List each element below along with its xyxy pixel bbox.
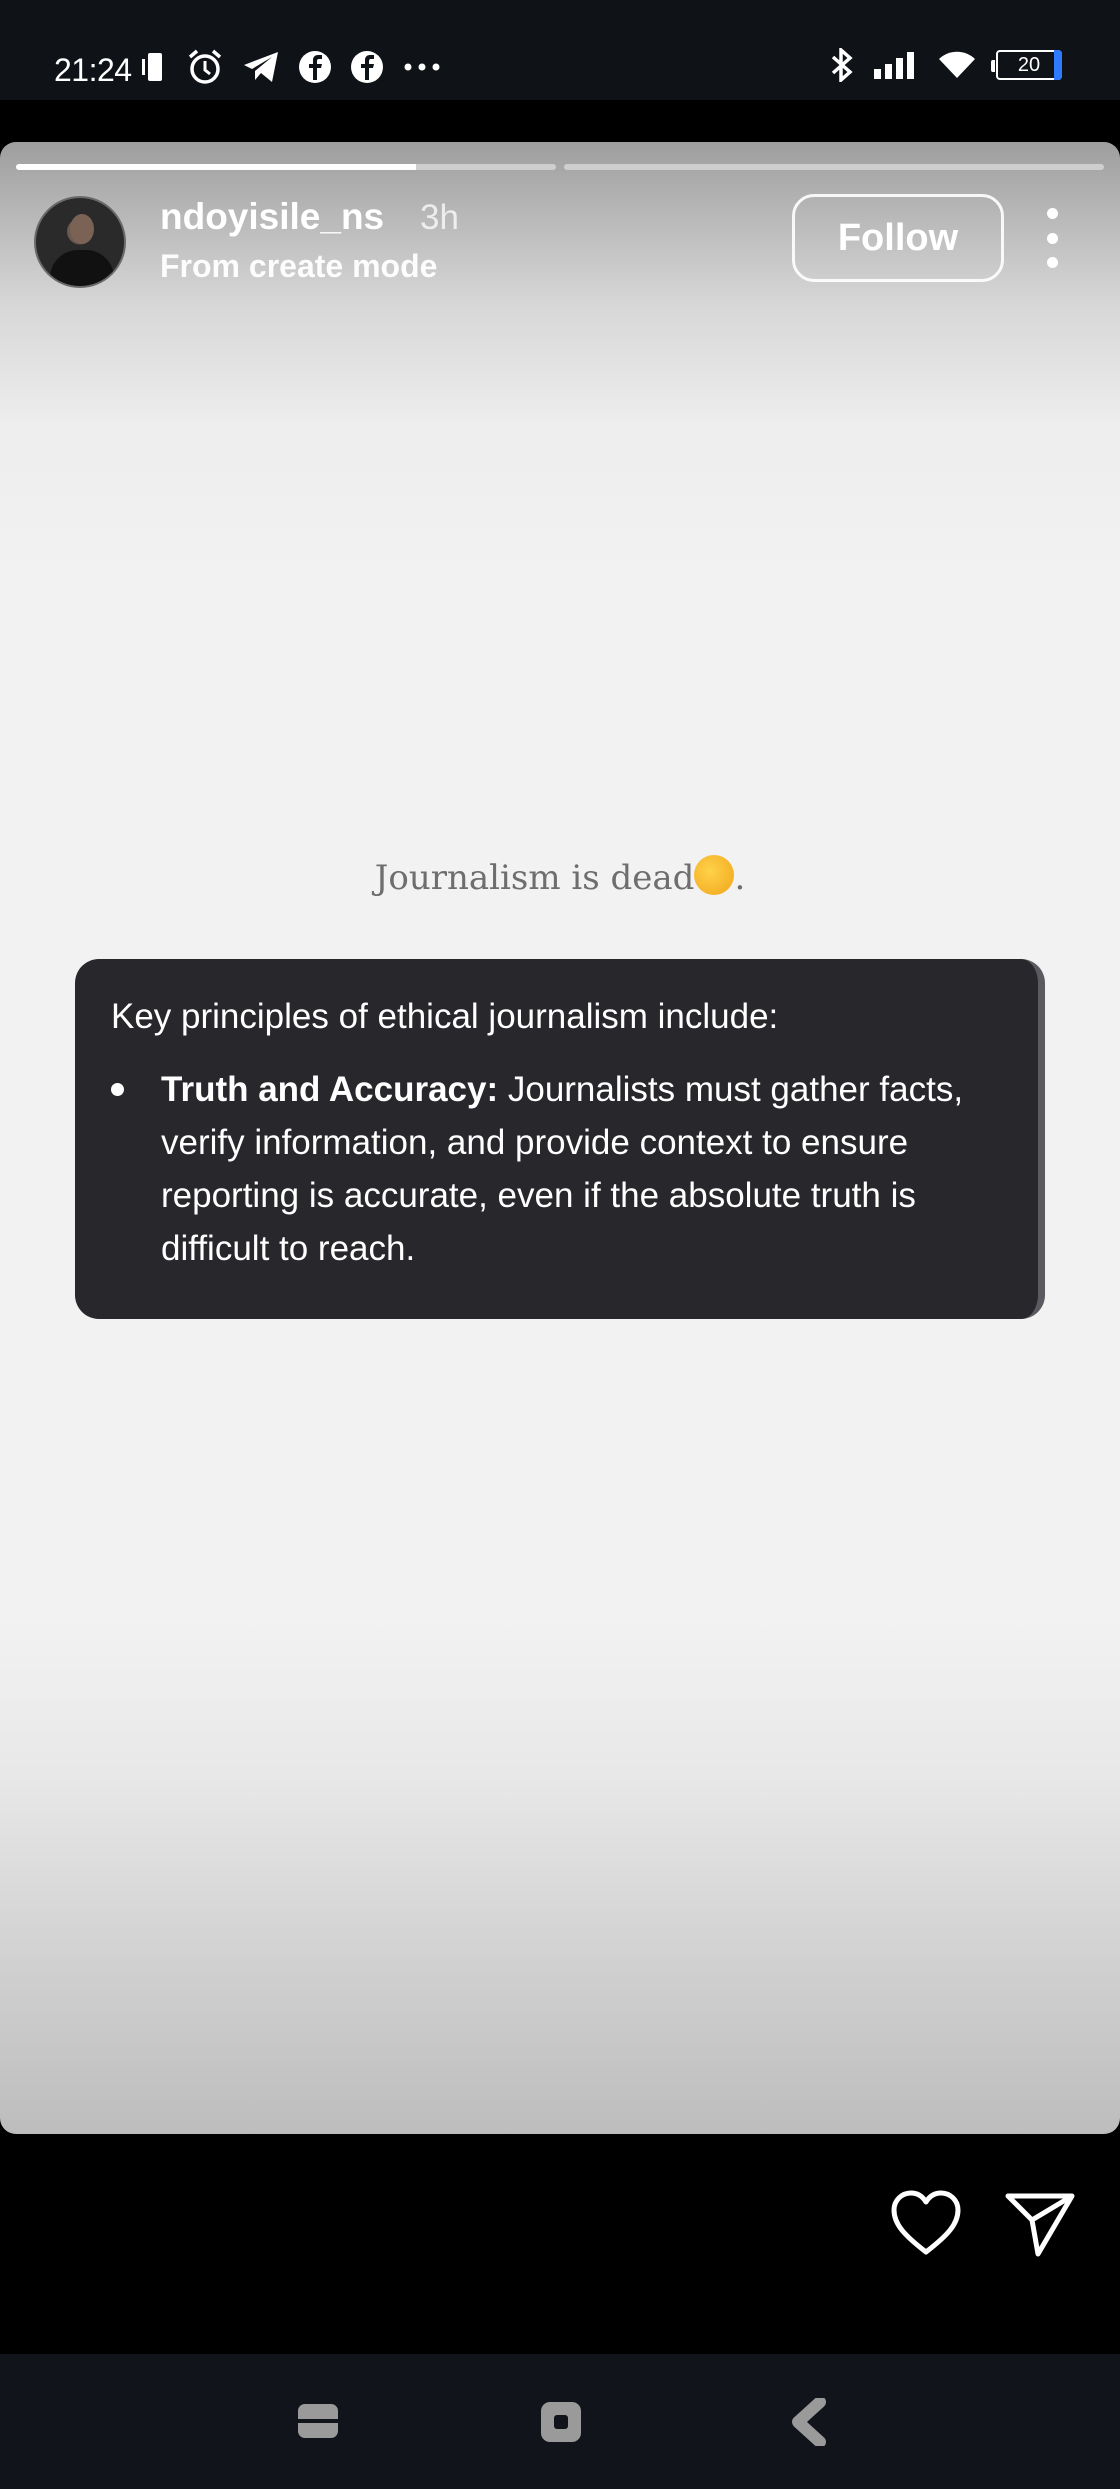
- avatar-shirt: [50, 250, 114, 286]
- story-subtitle: From create mode: [160, 248, 438, 284]
- headline-text: Journalism is dead: [374, 858, 695, 898]
- heart-icon[interactable]: [890, 2188, 962, 2260]
- story-headline: Journalism is dead.: [0, 855, 1120, 898]
- story-card[interactable]: ndoyisile_ns 3h From create mode Follow …: [0, 142, 1120, 2134]
- home-icon[interactable]: [539, 2400, 583, 2444]
- quote-card: Key principles of ethical journalism inc…: [75, 959, 1045, 1319]
- send-icon[interactable]: [1004, 2188, 1076, 2260]
- headline-suffix: .: [734, 858, 746, 898]
- facebook-icon: [299, 51, 331, 83]
- username[interactable]: ndoyisile_ns: [160, 196, 384, 238]
- progress-segment: [564, 164, 1104, 170]
- telegram-icon: [244, 52, 278, 82]
- wifi-icon: [939, 51, 975, 78]
- back-icon[interactable]: [786, 2398, 830, 2446]
- status-gap: [0, 100, 1120, 140]
- recent-apps-icon[interactable]: [296, 2402, 340, 2440]
- facebook-icon: [351, 51, 383, 83]
- signal-icon: [874, 52, 914, 79]
- progress-segment: [16, 164, 556, 170]
- avatar[interactable]: [34, 196, 126, 288]
- bullet-icon: [111, 1083, 124, 1096]
- bluetooth-icon: [831, 48, 853, 82]
- more-options-icon[interactable]: [1040, 208, 1064, 268]
- notification-icons: [142, 48, 442, 86]
- follow-button[interactable]: Follow: [792, 194, 1004, 282]
- time-ago: 3h: [420, 198, 459, 237]
- alarm-icon: [188, 49, 222, 84]
- avatar-head: [70, 214, 94, 244]
- list-item-title: Truth and Accuracy:: [161, 1070, 499, 1109]
- battery-icon: 20: [991, 50, 1062, 80]
- status-bar: 21:24 20: [0, 0, 1120, 100]
- more-dots-icon: [404, 63, 440, 71]
- vibrate-icon: [142, 53, 162, 81]
- system-icons: 20: [830, 48, 1062, 82]
- progress-fill: [16, 164, 416, 170]
- status-time: 21:24: [54, 52, 132, 88]
- list-item: Truth and Accuracy: Journalists must gat…: [111, 1063, 1002, 1275]
- card-intro: Key principles of ethical journalism inc…: [111, 997, 779, 1036]
- melting-face-emoji-icon: [694, 855, 735, 895]
- story-progress: [16, 164, 1104, 170]
